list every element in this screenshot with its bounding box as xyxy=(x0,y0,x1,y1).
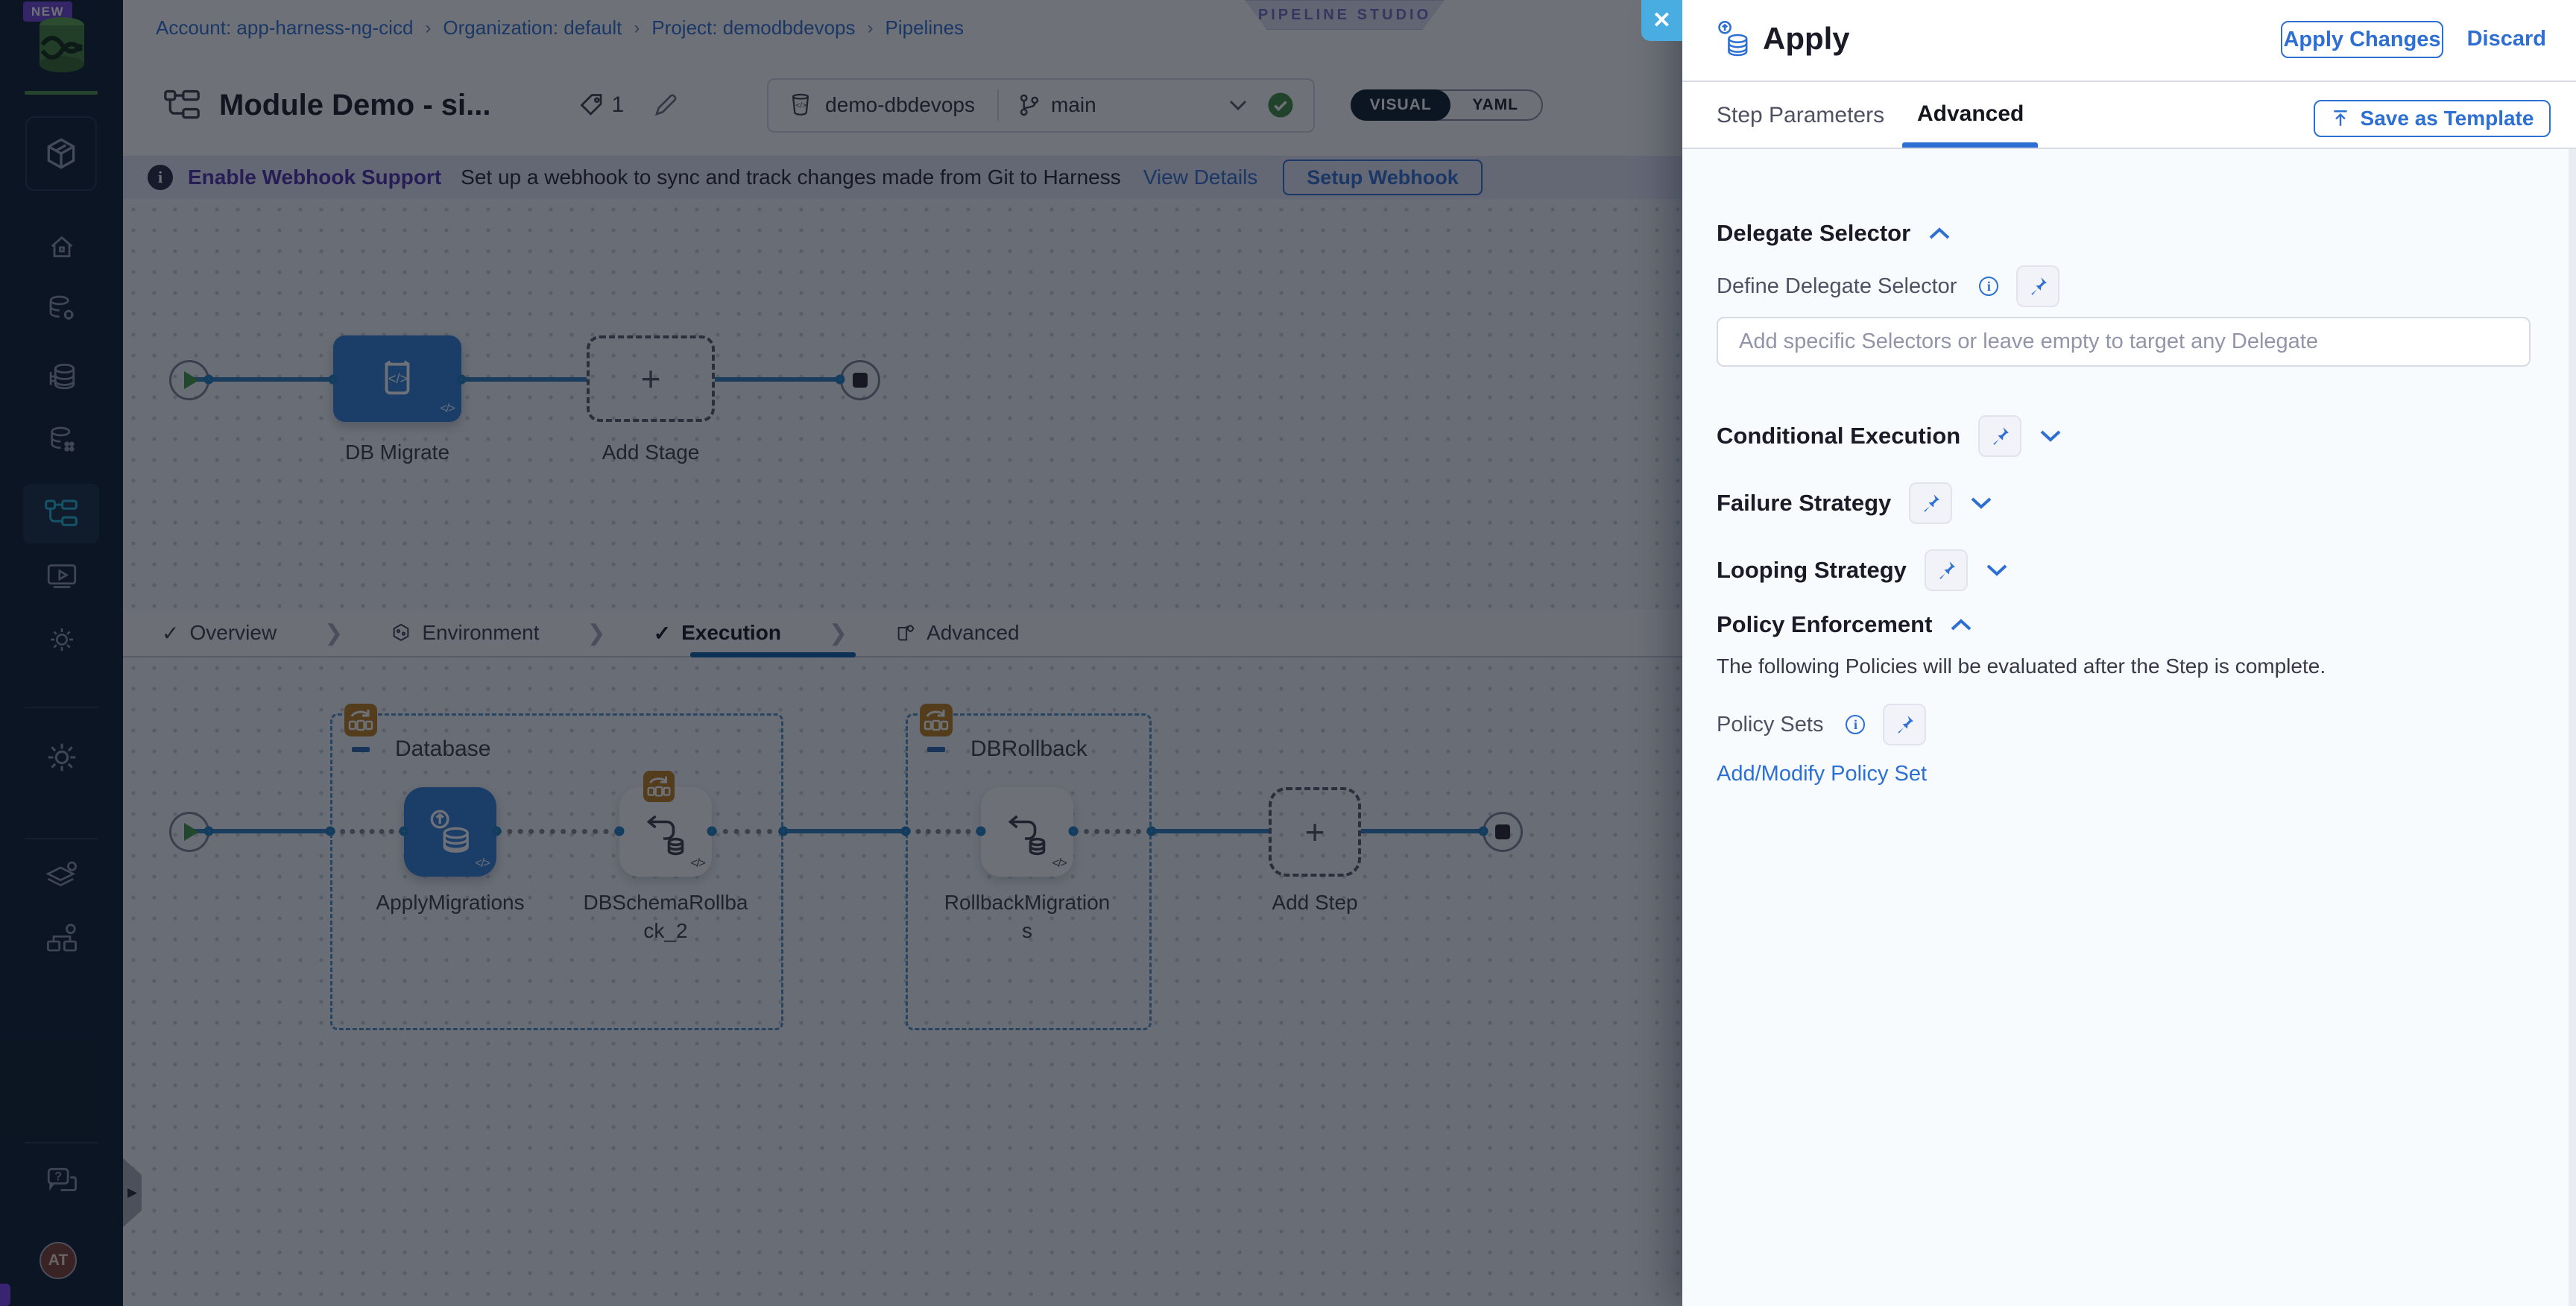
add-modify-policy-set-link[interactable]: Add/Modify Policy Set xyxy=(1717,762,1927,786)
pin-runtime-input-button[interactable] xyxy=(1883,704,1927,745)
pushpin-icon xyxy=(1993,427,2010,445)
policy-sets-row: Policy Sets i xyxy=(1717,704,1927,745)
drawer-header: Apply Apply Changes Discard xyxy=(1682,0,2576,82)
selected-tab-underline xyxy=(1902,142,2038,148)
apply-changes-button[interactable]: Apply Changes xyxy=(2281,21,2443,58)
failure-strategy-section[interactable]: Failure Strategy xyxy=(1717,482,1992,524)
upload-icon xyxy=(2333,110,2347,126)
policy-description: The following Policies will be evaluated… xyxy=(1717,654,2326,678)
tab-step-parameters[interactable]: Step Parameters xyxy=(1717,103,1884,128)
pushpin-icon xyxy=(1939,561,1955,579)
apply-step-icon xyxy=(1715,19,1754,61)
chevron-down-icon[interactable] xyxy=(2039,429,2062,443)
conditional-execution-section[interactable]: Conditional Execution xyxy=(1717,415,2062,457)
info-icon[interactable]: i xyxy=(1979,277,1999,296)
delegate-selector-section-header[interactable]: Delegate Selector xyxy=(1717,220,1951,247)
discard-button[interactable]: Discard xyxy=(2467,27,2546,51)
step-config-drawer: ✕ Apply Apply Changes Discard Step Param… xyxy=(1641,0,2576,1306)
info-icon[interactable]: i xyxy=(1846,715,1866,734)
pushpin-icon xyxy=(1924,494,1940,512)
chevron-down-icon[interactable] xyxy=(1970,496,1992,510)
looping-strategy-section[interactable]: Looping Strategy xyxy=(1717,549,2008,591)
close-drawer-button[interactable]: ✕ xyxy=(1641,0,1682,41)
define-delegate-selector-row: Define Delegate Selector i xyxy=(1717,265,2060,307)
pin-runtime-input-button[interactable] xyxy=(1924,549,1968,591)
drawer-title: Apply xyxy=(1763,21,1850,56)
pushpin-icon xyxy=(1898,716,1914,734)
drawer-backdrop-overlay xyxy=(0,0,1682,1306)
chevron-up-icon[interactable] xyxy=(1928,227,1951,240)
drawer-scrollbar-track[interactable] xyxy=(2569,149,2576,1306)
save-as-template-button[interactable]: Save as Template xyxy=(2314,100,2551,137)
pin-runtime-input-button[interactable] xyxy=(1909,482,1953,524)
chevron-down-icon[interactable] xyxy=(1986,564,2008,577)
tab-advanced-selected[interactable]: Advanced xyxy=(1917,101,2024,127)
delegate-selector-input[interactable] xyxy=(1717,317,2531,367)
chevron-up-icon[interactable] xyxy=(1950,618,1972,631)
pin-runtime-input-button[interactable] xyxy=(1978,415,2022,457)
pushpin-icon xyxy=(2031,277,2048,295)
drawer-tabs: Step Parameters Advanced Save as Templat… xyxy=(1682,82,2576,149)
pin-runtime-input-button[interactable] xyxy=(2016,265,2060,307)
policy-enforcement-section-header[interactable]: Policy Enforcement xyxy=(1717,611,1972,638)
